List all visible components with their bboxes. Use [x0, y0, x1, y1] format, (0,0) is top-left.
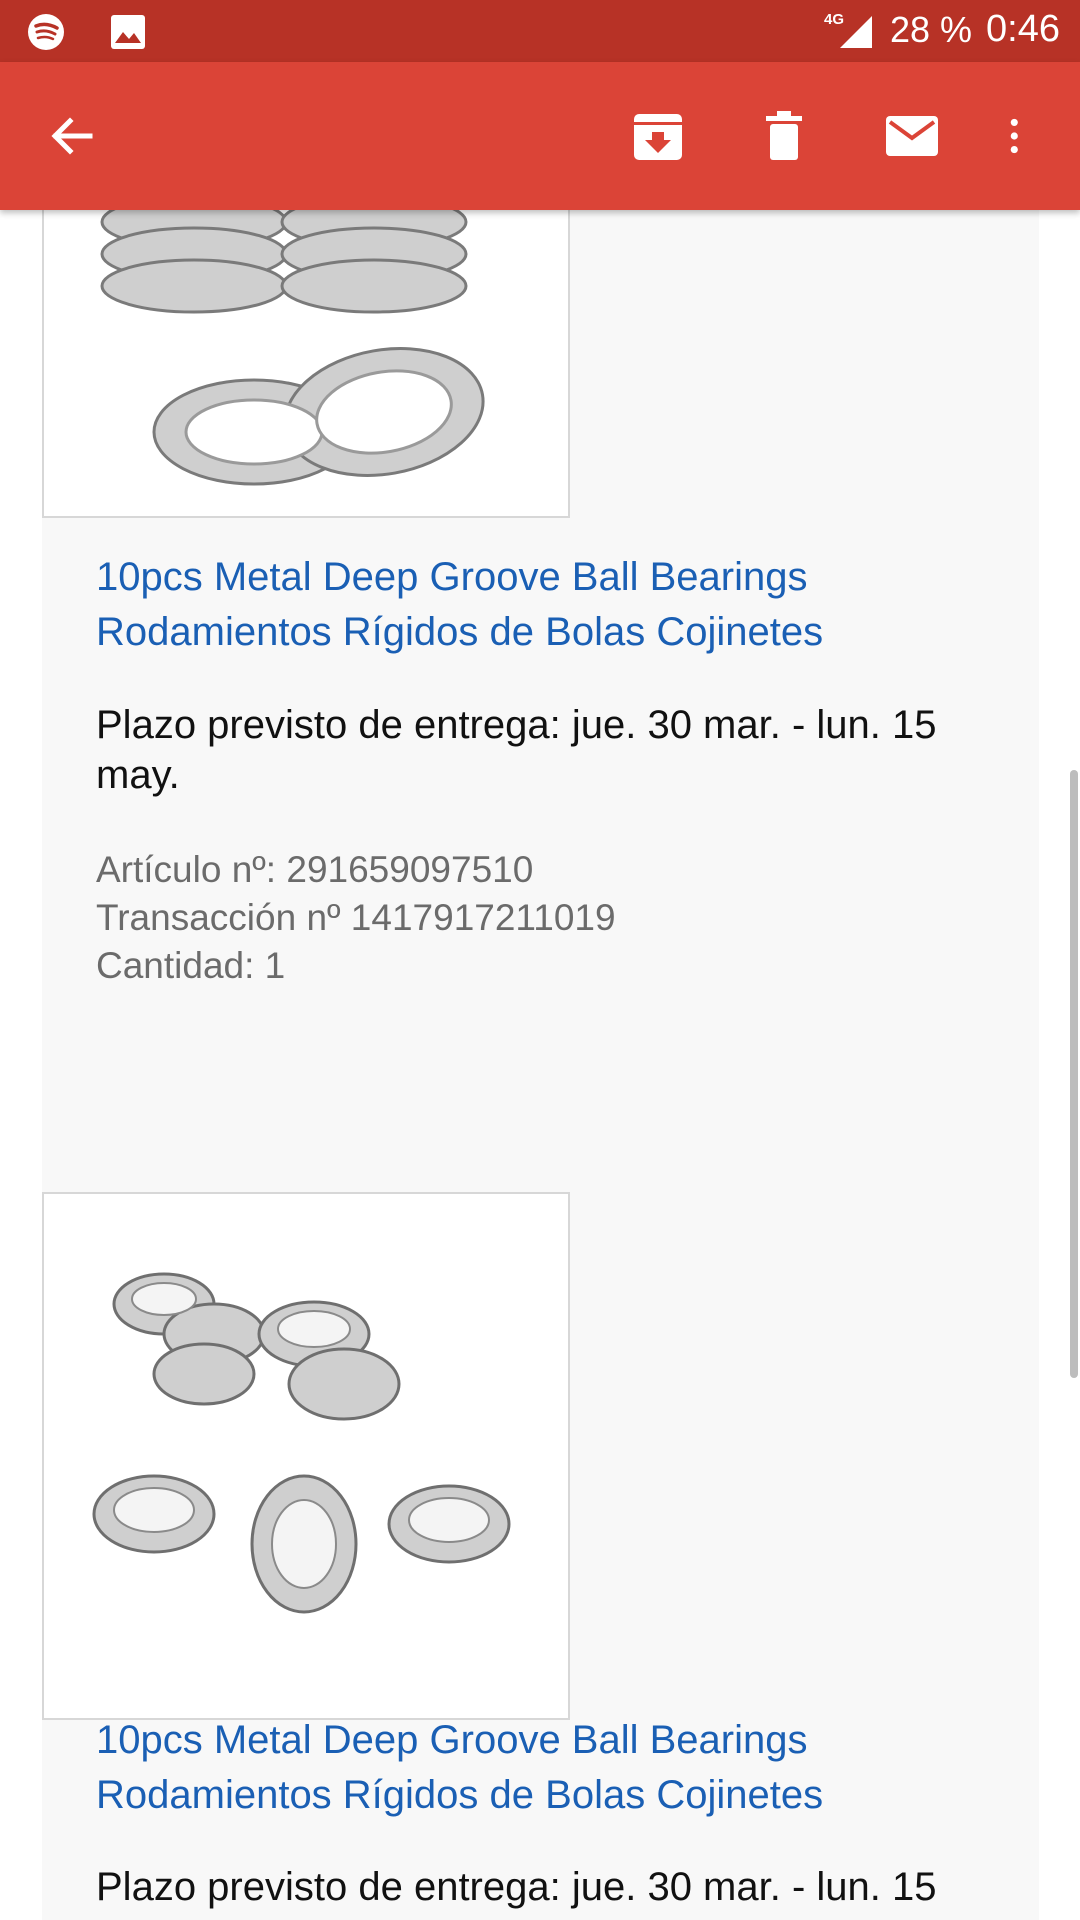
email-body: 10pcs Metal Deep Groove Ball Bearings Ro… — [0, 210, 1080, 1920]
order-card: 10pcs Metal Deep Groove Ball Bearings Ro… — [42, 210, 1039, 1920]
product-image[interactable] — [42, 210, 570, 518]
mail-icon[interactable] — [882, 108, 942, 164]
product-image[interactable] — [42, 1192, 570, 1720]
scrollbar[interactable] — [1070, 770, 1078, 1378]
item-details: Artículo nº: 291659097510 Transacción nº… — [96, 846, 996, 990]
signal-icon: 4G — [824, 11, 872, 48]
toolbar — [0, 62, 1080, 210]
trash-icon[interactable] — [756, 108, 812, 164]
delivery-estimate: Plazo previsto de entrega: jue. 30 mar. … — [96, 703, 937, 797]
transaction-number: Transacción nº 1417917211019 — [96, 897, 616, 938]
product-title-link[interactable]: 10pcs Metal Deep Groove Ball Bearings Ro… — [96, 550, 996, 660]
quantity: Cantidad: 1 — [96, 945, 286, 986]
battery-level: 28 % — [889, 8, 973, 50]
more-vert-icon[interactable] — [1000, 108, 1040, 164]
product-title-link[interactable]: 10pcs Metal Deep Groove Ball Bearings Ro… — [96, 1713, 996, 1823]
back-arrow-icon[interactable] — [44, 108, 100, 164]
network-type: 4G — [824, 11, 844, 28]
archive-icon[interactable] — [630, 108, 686, 164]
status-bar: 4G 28 % 0:46 — [0, 0, 1080, 62]
spotify-icon — [28, 14, 64, 50]
delivery-estimate: Plazo previsto de entrega: jue. 30 mar. … — [96, 1865, 937, 1909]
image-icon — [111, 15, 145, 49]
article-number: Artículo nº: 291659097510 — [96, 849, 534, 890]
clock: 0:46 — [986, 8, 1060, 50]
